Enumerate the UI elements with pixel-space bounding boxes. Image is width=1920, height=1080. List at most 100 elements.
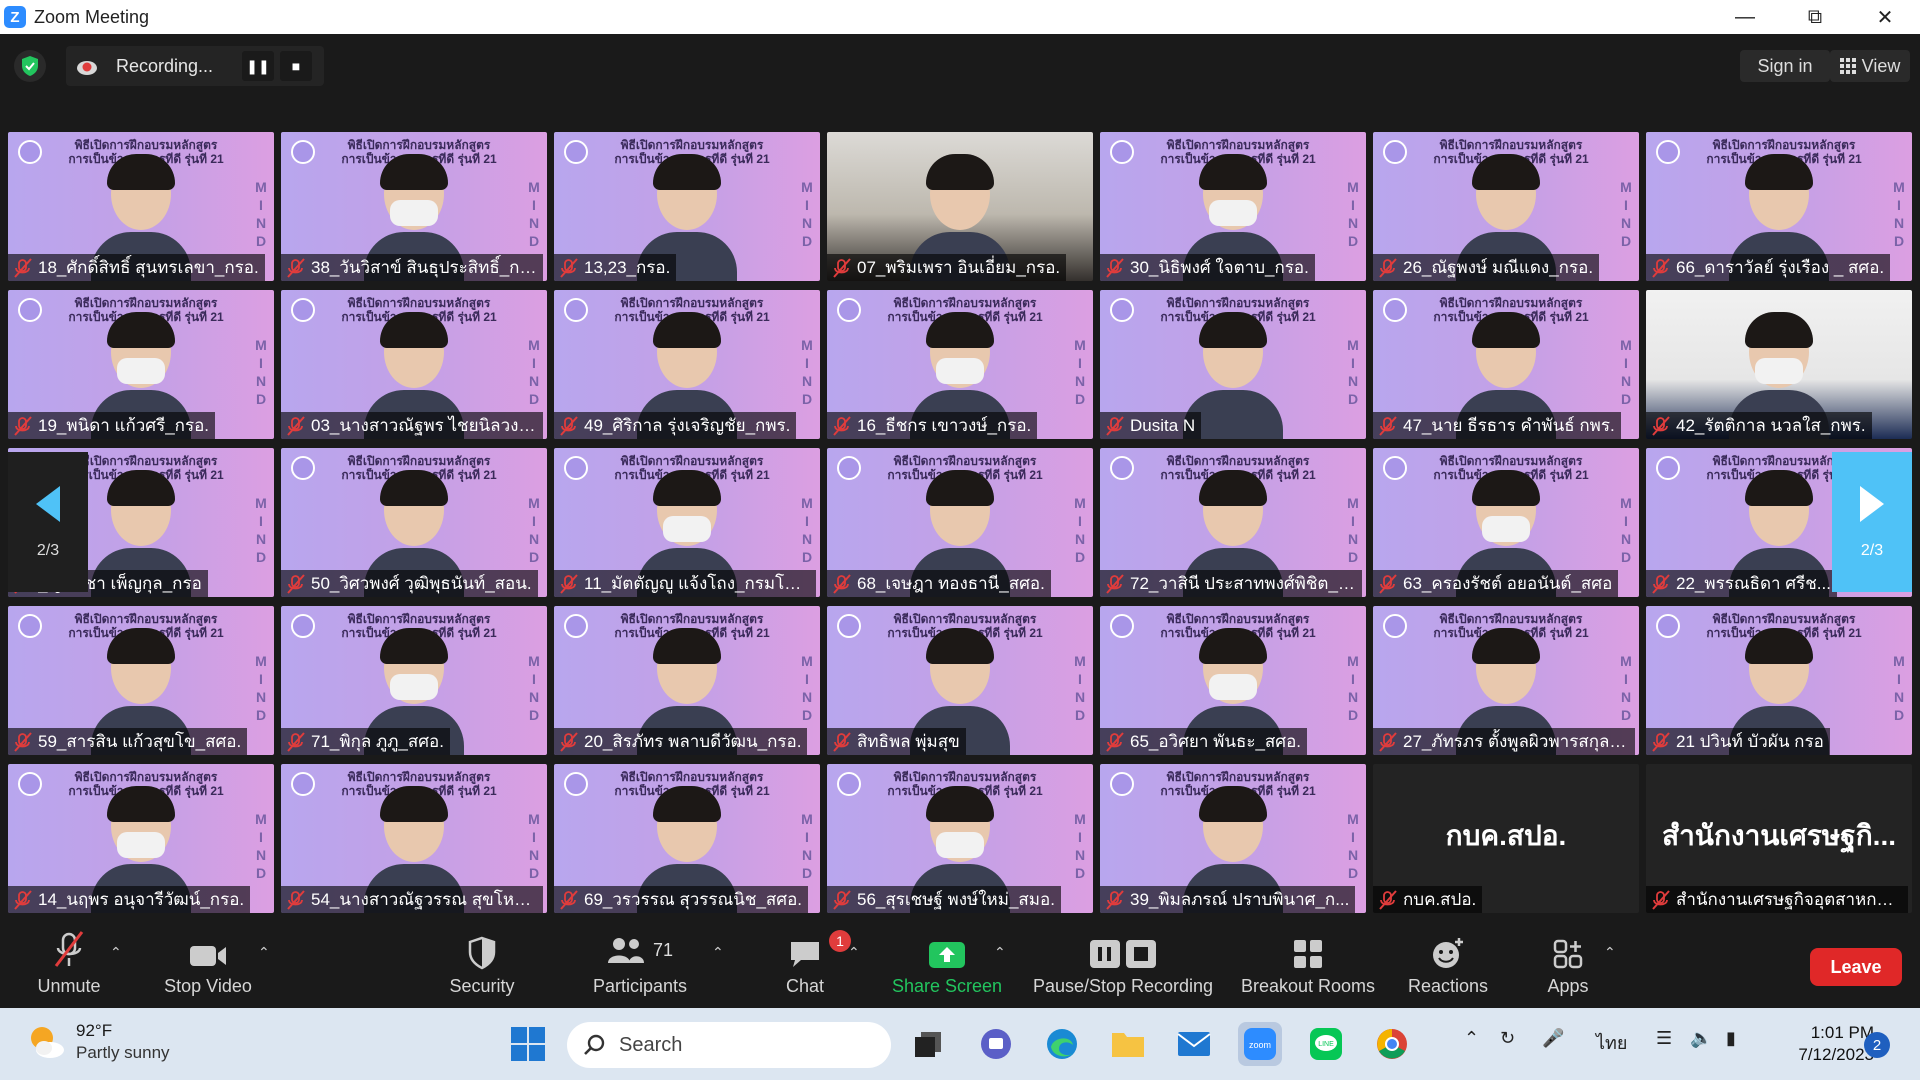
share-options-caret-icon[interactable]: ⌃ — [994, 944, 1006, 961]
participant-tile[interactable]: พิธีเปิดการฝึกอบรมหลักสูตรการเป็นข้าราชก… — [1100, 290, 1366, 439]
taskbar-search[interactable]: Search — [567, 1022, 891, 1068]
tray-wifi-icon[interactable]: ☰ — [1656, 1028, 1672, 1049]
share-screen-label: Share Screen — [891, 976, 1003, 996]
minimize-button[interactable]: — — [1710, 0, 1780, 34]
pause-stop-recording-button[interactable]: Pause/Stop Recording — [1030, 920, 1216, 1008]
chat-options-caret-icon[interactable]: ⌃ — [848, 944, 860, 961]
share-screen-button[interactable]: Share Screen — [888, 920, 1006, 1008]
taskbar-app-mail[interactable] — [1172, 1022, 1216, 1066]
previous-page-button[interactable]: 2/3 — [8, 452, 88, 592]
participant-tile[interactable]: พิธีเปิดการฝึกอบรมหลักสูตรการเป็นข้าราชก… — [827, 764, 1093, 913]
banner-side-letter: M — [801, 495, 813, 511]
svg-text:LINE: LINE — [1318, 1041, 1334, 1048]
participant-tile[interactable]: พิธีเปิดการฝึกอบรมหลักสูตรการเป็นข้าราชก… — [1100, 606, 1366, 755]
security-button[interactable]: Security — [446, 920, 518, 1008]
participant-tile[interactable]: พิธีเปิดการฝึกอบรมหลักสูตรการเป็นข้าราชก… — [827, 606, 1093, 755]
participant-tile[interactable]: 42_รัตติกาล นวลใส_กพร. — [1646, 290, 1912, 439]
participant-tile[interactable]: พิธีเปิดการฝึกอบรมหลักสูตรการเป็นข้าราชก… — [1100, 448, 1366, 597]
participant-tile[interactable]: 07_พริมเพรา อินเอี่ยม_กรอ. — [827, 132, 1093, 281]
taskbar-app-file-explorer[interactable] — [1106, 1022, 1150, 1066]
sign-in-button[interactable]: Sign in — [1740, 50, 1830, 82]
audio-options-caret-icon[interactable]: ⌃ — [110, 944, 122, 961]
pause-recording-button[interactable]: ❚❚ — [242, 51, 274, 81]
close-button[interactable]: ✕ — [1850, 0, 1920, 34]
chat-button[interactable]: 1 Chat — [770, 920, 851, 1008]
tray-speaker-muted-icon[interactable]: 🔈 — [1690, 1028, 1712, 1049]
participant-name: 21 ปวินท์ บัวผัน กรอ — [1676, 732, 1824, 751]
taskbar-app-line[interactable]: LINE — [1304, 1022, 1348, 1066]
banner-side-letter: M — [255, 653, 267, 669]
participants-options-caret-icon[interactable]: ⌃ — [712, 944, 724, 961]
tray-sync-icon[interactable]: ↻ — [1500, 1028, 1515, 1049]
participant-tile[interactable]: พิธีเปิดการฝึกอบรมหลักสูตรการเป็นข้าราชก… — [554, 764, 820, 913]
video-options-caret-icon[interactable]: ⌃ — [258, 944, 270, 961]
participant-tile[interactable]: พิธีเปิดการฝึกอบรมหลักสูตรการเป็นข้าราชก… — [281, 764, 547, 913]
participant-tile[interactable]: พิธีเปิดการฝึกอบรมหลักสูตรการเป็นข้าราชก… — [1373, 448, 1639, 597]
tray-overflow-chevron-icon[interactable]: ⌃ — [1464, 1028, 1479, 1049]
participant-tile[interactable]: พิธีเปิดการฝึกอบรมหลักสูตรการเป็นข้าราชก… — [8, 606, 274, 755]
stop-recording-button[interactable]: ■ — [280, 51, 312, 81]
participant-tile[interactable]: พิธีเปิดการฝึกอบรมหลักสูตรการเป็นข้าราชก… — [8, 764, 274, 913]
participant-tile[interactable]: พิธีเปิดการฝึกอบรมหลักสูตรการเป็นข้าราชก… — [281, 290, 547, 439]
breakout-rooms-button[interactable]: Breakout Rooms — [1238, 920, 1378, 1008]
banner-side-letter: D — [801, 391, 813, 407]
apps-button[interactable]: Apps — [1544, 920, 1592, 1008]
participant-tile[interactable]: พิธีเปิดการฝึกอบรมหลักสูตรการเป็นข้าราชก… — [554, 132, 820, 281]
banner-side-letters: MIND — [1892, 178, 1906, 250]
participant-tile[interactable]: พิธีเปิดการฝึกอบรมหลักสูตรการเป็นข้าราชก… — [8, 290, 274, 439]
reactions-button[interactable]: Reactions — [1406, 920, 1490, 1008]
taskbar-app-zoom[interactable]: zoom — [1238, 1022, 1282, 1066]
taskbar-clock[interactable]: 1:01 PM 7/12/2023 — [1774, 1022, 1874, 1066]
view-button[interactable]: View — [1830, 50, 1910, 82]
participant-name: 68_เจษฎา ทองธานี_สศอ. — [857, 574, 1045, 593]
participant-tile[interactable]: พิธีเปิดการฝึกอบรมหลักสูตรการเป็นข้าราชก… — [1373, 290, 1639, 439]
participant-tile[interactable]: พิธีเปิดการฝึกอบรมหลักสูตรการเป็นข้าราชก… — [827, 290, 1093, 439]
banner-side-letter: N — [1620, 373, 1632, 389]
participant-tile[interactable]: พิธีเปิดการฝึกอบรมหลักสูตรการเป็นข้าราชก… — [1646, 606, 1912, 755]
tray-language[interactable]: ไทย — [1596, 1028, 1627, 1057]
tray-microphone-icon[interactable]: 🎤 — [1542, 1028, 1564, 1049]
banner-side-letter: D — [1347, 707, 1359, 723]
participants-button[interactable]: 71 Participants — [588, 920, 692, 1008]
participant-tile[interactable]: พิธีเปิดการฝึกอบรมหลักสูตรการเป็นข้าราชก… — [1100, 132, 1366, 281]
windows-taskbar: 92°F Partly sunny Search zoom LINE ⌃ ↻ 🎤… — [0, 1008, 1920, 1080]
participant-tile[interactable]: พิธีเปิดการฝึกอบรมหลักสูตรการเป็นข้าราชก… — [281, 606, 547, 755]
participant-nametag: 66_ดาราวัลย์ รุ่งเรือง _ สศอ. — [1646, 254, 1891, 281]
banner-side-letter: N — [528, 373, 540, 389]
banner-side-letter: D — [528, 391, 540, 407]
participant-tile[interactable]: พิธีเปิดการฝึกอบรมหลักสูตรการเป็นข้าราชก… — [554, 606, 820, 755]
participant-tile[interactable]: พิธีเปิดการฝึกอบรมหลักสูตรการเป็นข้าราชก… — [554, 290, 820, 439]
participant-tile[interactable]: พิธีเปิดการฝึกอบรมหลักสูตรการเป็นข้าราชก… — [281, 132, 547, 281]
participant-tile[interactable]: พิธีเปิดการฝึกอบรมหลักสูตรการเป็นข้าราชก… — [8, 132, 274, 281]
participant-tile[interactable]: พิธีเปิดการฝึกอบรมหลักสูตรการเป็นข้าราชก… — [827, 448, 1093, 597]
banner-side-letters: MIND — [254, 810, 268, 882]
banner-side-letter: M — [255, 495, 267, 511]
taskbar-app-edge[interactable] — [1040, 1022, 1084, 1066]
participant-tile[interactable]: กบค.สปอ. กบค.สปอ. — [1373, 764, 1639, 913]
start-button[interactable] — [506, 1022, 550, 1066]
leave-button[interactable]: Leave — [1810, 948, 1902, 986]
notification-count-badge[interactable]: 2 — [1864, 1032, 1890, 1058]
participant-tile[interactable]: พิธีเปิดการฝึกอบรมหลักสูตรการเป็นข้าราชก… — [1646, 132, 1912, 281]
taskbar-app-task-view[interactable] — [906, 1022, 950, 1066]
participant-tile[interactable]: พิธีเปิดการฝึกอบรมหลักสูตรการเป็นข้าราชก… — [281, 448, 547, 597]
participant-name: 63_ครองรัชต์ อยอนันต์_สศอ — [1403, 574, 1613, 593]
restore-button[interactable]: ⧉ — [1780, 0, 1850, 34]
taskbar-app-teams[interactable] — [974, 1022, 1018, 1066]
next-page-button[interactable]: 2/3 — [1832, 452, 1912, 592]
participant-tile[interactable]: พิธีเปิดการฝึกอบรมหลักสูตรการเป็นข้าราชก… — [1373, 132, 1639, 281]
tray-battery-icon[interactable]: ▮ — [1726, 1028, 1736, 1049]
encryption-shield-icon[interactable] — [14, 50, 46, 82]
banner-side-letter: D — [1074, 865, 1086, 881]
participant-tile[interactable]: พิธีเปิดการฝึกอบรมหลักสูตรการเป็นข้าราชก… — [1100, 764, 1366, 913]
stop-video-button[interactable]: Stop Video — [158, 920, 258, 1008]
taskbar-app-chrome[interactable] — [1370, 1022, 1414, 1066]
unmute-button[interactable]: Unmute — [30, 920, 108, 1008]
weather-widget[interactable]: 92°F Partly sunny — [26, 1020, 170, 1064]
participant-tile[interactable]: พิธีเปิดการฝึกอบรมหลักสูตรการเป็นข้าราชก… — [1373, 606, 1639, 755]
participant-tile[interactable]: สำนักงานเศรษฐกิ... สำนักงานเศรษฐกิจอุตสาห… — [1646, 764, 1912, 913]
banner-side-letter: M — [801, 179, 813, 195]
apps-options-caret-icon[interactable]: ⌃ — [1604, 944, 1616, 961]
participant-tile[interactable]: พิธีเปิดการฝึกอบรมหลักสูตรการเป็นข้าราชก… — [554, 448, 820, 597]
mind-logo-icon — [1383, 456, 1407, 480]
